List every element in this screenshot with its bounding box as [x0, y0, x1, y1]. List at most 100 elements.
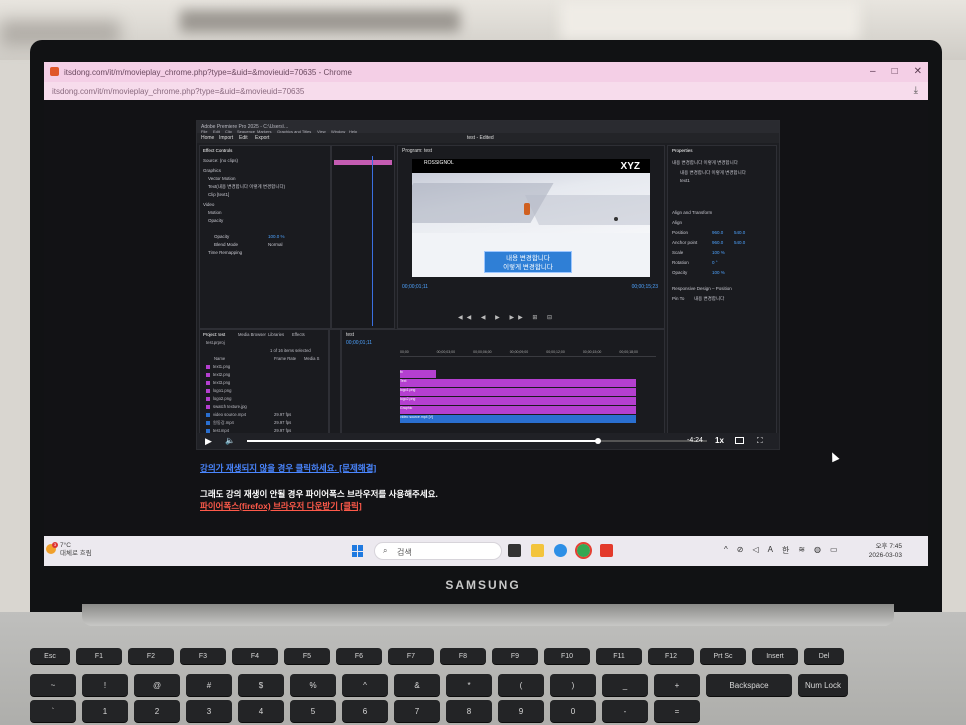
project-item[interactable]: 원동강.mp4 [206, 420, 234, 426]
edge-icon[interactable] [554, 544, 567, 557]
firefox-note: 그래도 강의 재생이 안될 경우 파이어폭스 브라우저를 사용해주세요. [200, 489, 438, 499]
keyboard-key: _ [602, 674, 648, 696]
properties-panel: Properties 내용 변경합니다 이렇게 변경합니다 내용 변경합니다 이… [667, 145, 777, 437]
taskbar-search[interactable]: ⌕ 검색 [374, 542, 502, 560]
help-links: 강의가 재생되지 않을 경우 클릭하세요. [문제해결] 그래도 강의 재생이 … [200, 462, 438, 511]
premiere-menubar: Adobe Premiere Pro 2025 - C:\Users\... F… [197, 121, 779, 134]
project-item-name: swatch texture.jpg [213, 404, 247, 409]
props-row: Anchor point [672, 240, 698, 245]
firefox-download-link[interactable]: 파이어폭스(firefox) 브라우저 다운받기 [클릭] [200, 500, 362, 512]
keyboard-key: F10 [544, 648, 590, 664]
effect-controls-panel: Effect Controls Source: (no clips) Graph… [199, 145, 331, 329]
project-title: Project: test [203, 332, 226, 337]
label-color-icon [206, 396, 210, 401]
tab-edit: Edit [239, 135, 248, 141]
effects-row: Video [203, 202, 215, 207]
props-value: 540.0 [734, 230, 746, 235]
col-media: Media S [304, 356, 320, 361]
tray-mute-icon[interactable]: ⊘ [737, 545, 744, 556]
project-item-name: video source.mp4 [213, 412, 247, 417]
volume-icon[interactable]: 🔈 [225, 436, 235, 445]
project-item-name: text1.png [213, 364, 231, 369]
label-color-icon [206, 420, 210, 425]
keyboard-key: ~ [30, 674, 76, 696]
timeline-clip[interactable]: Text [400, 379, 636, 387]
tray-korean-icon[interactable]: 한 [782, 545, 789, 556]
help-link[interactable]: 강의가 재생되지 않을 경우 클릭하세요. [문제해결] [200, 463, 376, 473]
maximize-button[interactable]: □ [892, 66, 898, 77]
tray-overflow-icon[interactable]: ^ [724, 545, 728, 556]
taskview-icon[interactable] [508, 544, 521, 557]
project-item-fps: 29.97 fps [274, 412, 292, 417]
project-item[interactable]: video source.mp4 [206, 412, 246, 417]
timeline-clip[interactable]: logo1.png [400, 388, 636, 396]
address-bar[interactable]: itsdong.com/it/m/movieplay_chrome.php?ty… [44, 82, 928, 100]
weather-desc: 대체로 흐림 [60, 550, 92, 557]
keyboard-key: 2 [134, 700, 180, 722]
taskbar-clock[interactable]: 오후 7:45 2026-03-03 [869, 542, 902, 560]
play-icon[interactable]: ▶ [205, 436, 212, 447]
minimize-button[interactable]: – [870, 66, 876, 77]
project-item[interactable]: swatch texture.jpg [206, 404, 247, 409]
project-item-fps: 29.97 fps [274, 420, 292, 425]
project-item[interactable]: logo1.png [206, 388, 231, 393]
battery-icon[interactable]: ▭ [830, 545, 838, 556]
video-player[interactable]: Adobe Premiere Pro 2025 - C:\Users\... F… [196, 120, 780, 450]
tab-import: Import [219, 135, 234, 141]
program-title: Program: test [402, 148, 433, 154]
start-icon[interactable] [352, 545, 364, 557]
ruler-tick-label: 00;00;12;00 [546, 350, 565, 354]
acrobat-icon[interactable] [600, 544, 613, 557]
project-item[interactable]: text3.png [206, 380, 230, 385]
keyboard-key: $ [238, 674, 284, 696]
address-url[interactable]: itsdong.com/it/m/movieplay_chrome.php?ty… [52, 87, 304, 96]
caption-line: 이렇게 변경합니다 [503, 264, 553, 271]
keyboard-key: 4 [238, 700, 284, 722]
keyboard-key: Num Lock [798, 674, 848, 696]
sequence-title: test - Edited [467, 135, 494, 141]
wifi-icon[interactable]: ≋ [798, 545, 805, 556]
laptop-brand: SAMSUNG [445, 578, 521, 592]
timeline-clip[interactable]: logo2.png [400, 397, 636, 405]
keyboard-key: ! [82, 674, 128, 696]
effects-row: Text(내용 변경합니다 이렇게 변경합니다) [208, 184, 286, 189]
timeline-clip[interactable]: video source.mp4 [V] [400, 415, 636, 423]
player-controls[interactable]: ▶ 🔈 -4:24 1x ⛶ [197, 433, 779, 449]
tray-location-icon[interactable]: ◁ [752, 545, 758, 556]
project-item[interactable]: logo2.png [206, 396, 231, 401]
seek-bar[interactable] [247, 440, 707, 442]
file-explorer-icon[interactable] [531, 544, 544, 557]
keyboard-key: % [290, 674, 336, 696]
project-item[interactable]: text2.png [206, 372, 230, 377]
props-row: Rotation [672, 260, 689, 265]
label-color-icon [206, 380, 210, 385]
pip-icon[interactable] [735, 437, 744, 444]
effects-row: Vector Motion [208, 176, 236, 181]
col-frame-rate: Frame Rate [274, 356, 297, 361]
keyboard-key: + [654, 674, 700, 696]
ruler-tick-label: 00;00 [400, 350, 409, 354]
opacity-value: 100.0 % [268, 234, 285, 239]
keyboard-key: # [186, 674, 232, 696]
close-button[interactable]: ✕ [914, 66, 922, 77]
seek-knob[interactable] [595, 438, 601, 444]
keyboard-key: - [602, 700, 648, 722]
tab-media-browser: Media Browser [238, 332, 266, 337]
keyboard-key: F9 [492, 648, 538, 664]
tray-ime-icon[interactable]: A [768, 545, 773, 556]
speed-button[interactable]: 1x [715, 436, 724, 445]
timeline-clip[interactable]: fx [400, 370, 436, 378]
keyboard-key: F8 [440, 648, 486, 664]
project-item[interactable]: text1.png [206, 364, 230, 369]
weather-widget[interactable]: 7°C 대체로 흐림 [60, 542, 92, 558]
premiere-workspace-tabs: Home Import Edit Export test - Edited [197, 133, 779, 143]
keyboard-key: Backspace [706, 674, 792, 696]
timeline-clip[interactable]: Graphic [400, 406, 636, 414]
keyboard-key: F2 [128, 648, 174, 664]
remaining-time: -4:24 [687, 437, 703, 444]
download-icon[interactable]: ⤓ [914, 85, 918, 96]
program-logo: ROSSIGNOL [424, 160, 454, 166]
chrome-icon[interactable] [575, 542, 592, 559]
fullscreen-icon[interactable]: ⛶ [757, 436, 763, 446]
speaker-icon[interactable]: ◍ [814, 545, 821, 556]
